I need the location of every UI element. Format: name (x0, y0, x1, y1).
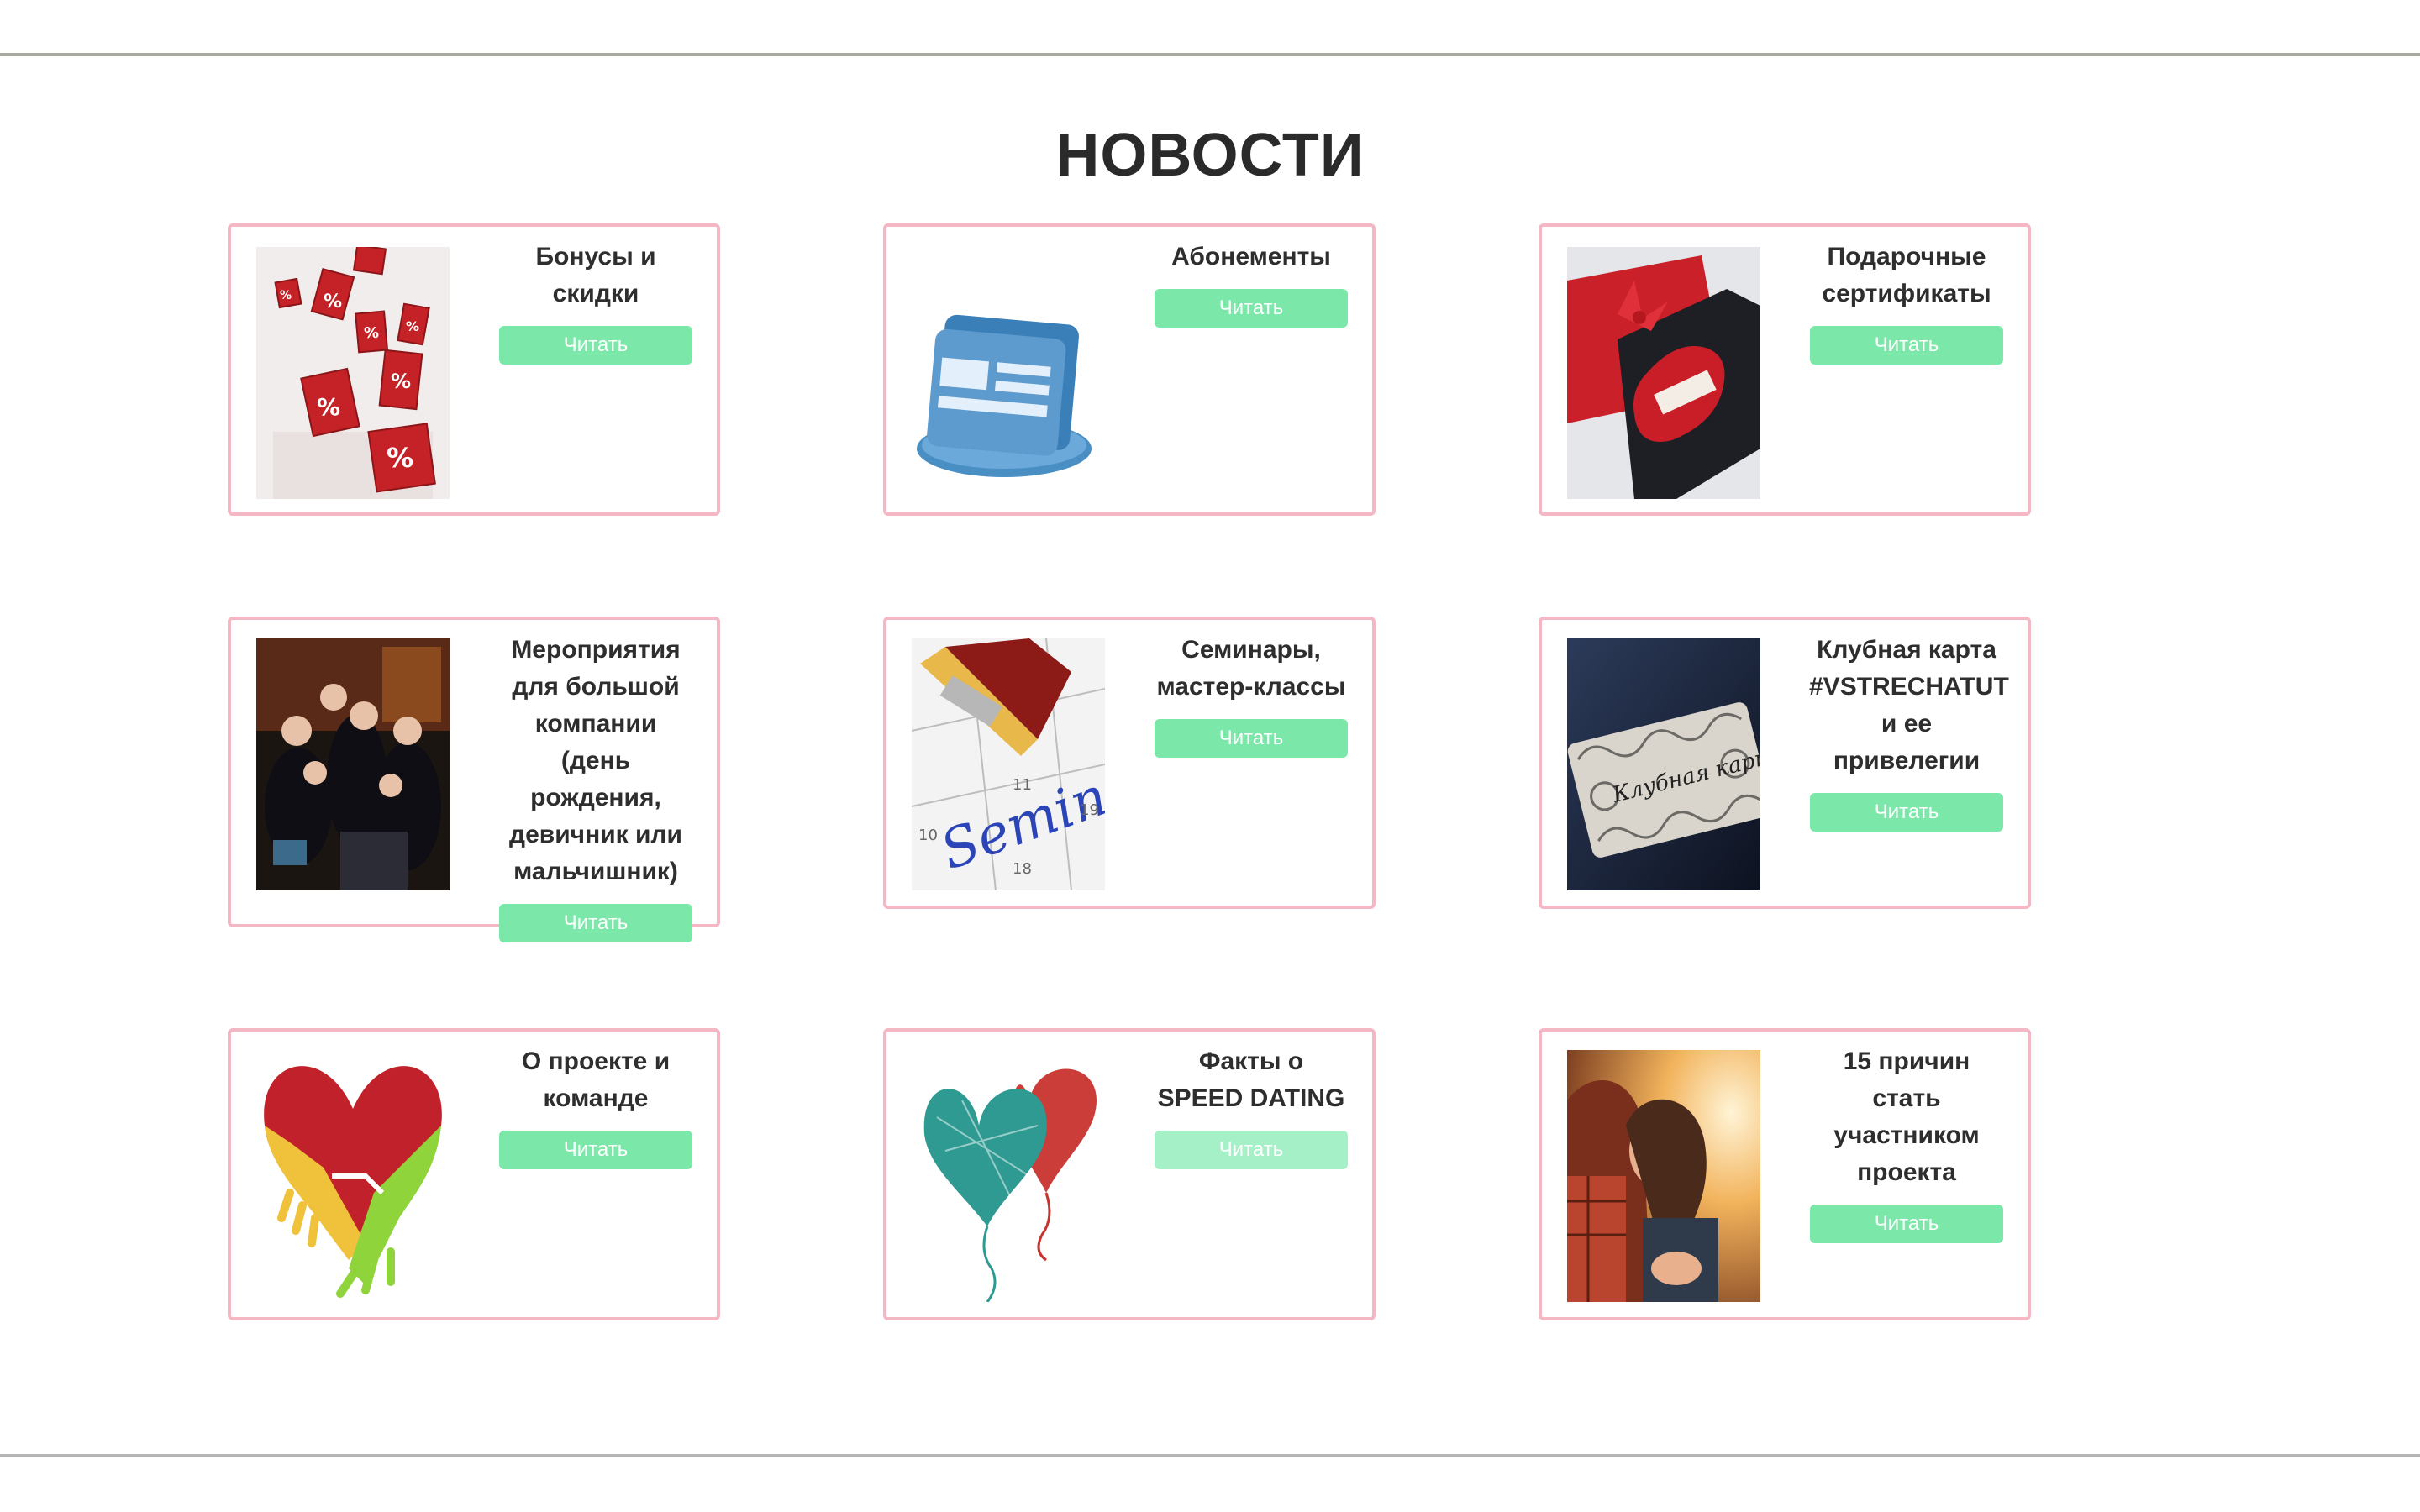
card-title: Абонементы (1171, 243, 1331, 270)
card-title: Клубная карта #VSTRECHATUT и ее привелег… (1809, 636, 2009, 774)
svg-text:10: 10 (918, 827, 938, 844)
card-title: Факты о SPEED DATING (1157, 1047, 1345, 1112)
read-button[interactable]: Читать (1810, 1205, 2003, 1243)
cards-icon-image (912, 247, 1105, 499)
svg-text:11: 11 (1013, 776, 1032, 794)
percent-dice-image: % % % % % % % (256, 247, 450, 499)
section-title: НОВОСТИ (1055, 122, 1365, 189)
couple-photo-image (1567, 1050, 1760, 1302)
card-title: Мероприятия для большой компании (день р… (509, 636, 682, 885)
heart-balloons-image (912, 1050, 1105, 1302)
card-title: 15 причин стать участником проекта (1833, 1047, 1980, 1186)
card-title: Бонусы и скидки (535, 243, 656, 307)
news-card-about[interactable]: О проекте и команде Читать (228, 1028, 720, 1320)
svg-text:18: 18 (1013, 860, 1032, 878)
heart-hands-image (256, 1050, 450, 1302)
svg-text:%: % (324, 291, 342, 312)
svg-text:%: % (387, 442, 413, 474)
news-card-15-reasons[interactable]: 15 причин стать участником проекта Читат… (1539, 1028, 2031, 1320)
read-button[interactable]: Читать (499, 1131, 692, 1169)
read-button[interactable]: Читать (1155, 289, 1348, 328)
read-button[interactable]: Читать (499, 326, 692, 365)
svg-text:%: % (317, 393, 340, 421)
news-card-events[interactable]: Мероприятия для большой компании (день р… (228, 617, 720, 942)
svg-text:%: % (280, 289, 292, 302)
read-button[interactable]: Читать (1155, 1131, 1348, 1169)
news-card-club-card[interactable]: Клубная карта Клубная карта #VSTRECHATUT… (1539, 617, 2031, 909)
read-button[interactable]: Читать (1155, 719, 1348, 758)
news-card-speed-dating-facts[interactable]: Факты о SPEED DATING Читать (883, 1028, 1376, 1320)
top-divider (0, 53, 2420, 56)
card-title: Семинары, мастер-классы (1156, 636, 1346, 701)
news-card-gift-certificates[interactable]: Подарочные сертификаты Читать (1539, 223, 2031, 516)
read-button[interactable]: Читать (1810, 326, 2003, 365)
party-group-image (256, 638, 450, 890)
read-button[interactable]: Читать (499, 904, 692, 942)
card-title: Подарочные сертификаты (1822, 243, 1991, 307)
read-button[interactable]: Читать (1810, 793, 2003, 832)
gift-certificate-image (1567, 247, 1760, 499)
bottom-divider (0, 1454, 2420, 1457)
news-card-subscriptions[interactable]: Абонементы Читать (883, 223, 1376, 516)
club-card-image: Клубная карта (1567, 638, 1760, 890)
card-title: О проекте и команде (521, 1047, 671, 1112)
svg-text:19: 19 (1080, 801, 1099, 819)
news-card-bonuses[interactable]: % % % % % % % Бонусы и скидки Читать (228, 223, 720, 516)
svg-text:%: % (364, 324, 379, 342)
svg-text:%: % (406, 318, 419, 334)
svg-text:%: % (391, 370, 411, 393)
news-card-seminars[interactable]: Seminar 10 11 18 19 Семинары, мастер-кла… (883, 617, 1376, 909)
seminar-calendar-image: Seminar 10 11 18 19 (912, 638, 1105, 890)
